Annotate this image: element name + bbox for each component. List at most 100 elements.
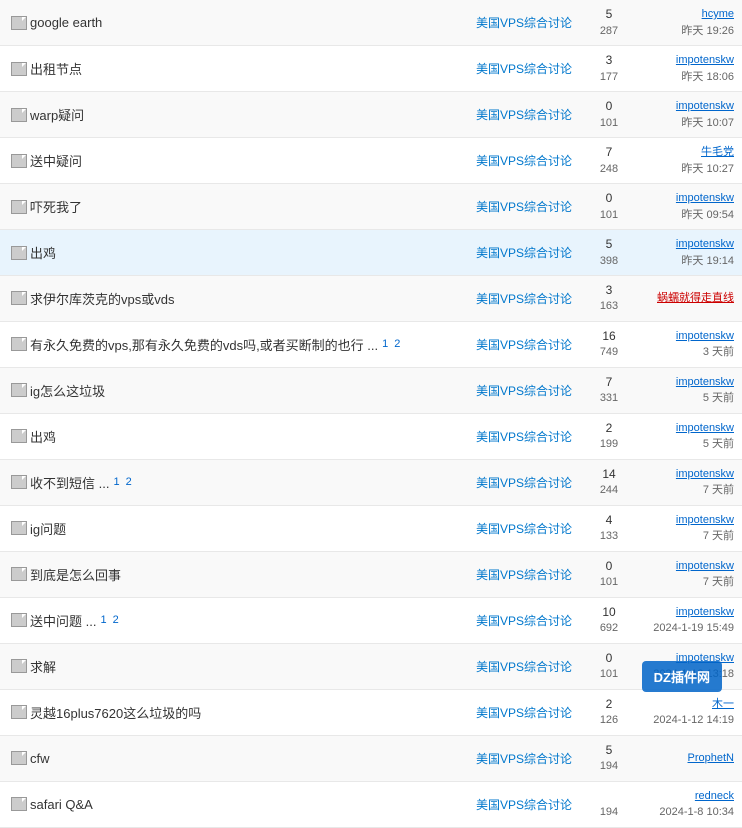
post-time: 昨天 18:06 bbox=[638, 69, 734, 86]
thread-title-link[interactable]: 有永久免费的vps,那有永久免费的vds吗,或者买断制的也行 ... bbox=[30, 335, 378, 354]
thread-title-link[interactable]: 送中问题 ... bbox=[30, 611, 96, 630]
thread-author: redneck2024-1-8 10:34 bbox=[634, 788, 734, 821]
thread-title-link[interactable]: warp疑问 bbox=[30, 105, 84, 124]
page-link[interactable]: 2 bbox=[392, 338, 402, 350]
author-link[interactable]: 牛毛党 bbox=[638, 144, 734, 161]
table-row: 吓死我了美国VPS综合讨论0101impotenskw昨天 09:54 bbox=[0, 184, 742, 230]
thread-title-col: 出鸡 bbox=[30, 243, 464, 262]
author-link[interactable]: impotenskw bbox=[638, 236, 734, 253]
author-link[interactable]: impotenskw bbox=[638, 52, 734, 69]
forum-name[interactable]: 美国VPS综合讨论 bbox=[464, 796, 584, 813]
thread-title-link[interactable]: 送中疑问 bbox=[30, 151, 82, 170]
thread-title-link[interactable]: 出租节点 bbox=[30, 59, 82, 78]
thread-author: 木一2024-1-12 14:19 bbox=[634, 696, 734, 729]
forum-name[interactable]: 美国VPS综合讨论 bbox=[464, 60, 584, 77]
table-row: 出租节点美国VPS综合讨论3177impotenskw昨天 18:06 bbox=[0, 46, 742, 92]
page-link[interactable]: 2 bbox=[111, 614, 121, 626]
table-row: 求解美国VPS综合讨论0101impotenskw2024-1-13 13:18 bbox=[0, 644, 742, 690]
forum-name[interactable]: 美国VPS综合讨论 bbox=[464, 152, 584, 169]
forum-name[interactable]: 美国VPS综合讨论 bbox=[464, 106, 584, 123]
thread-title-link[interactable]: 到底是怎么回事 bbox=[30, 565, 121, 584]
forum-name[interactable]: 美国VPS综合讨论 bbox=[464, 336, 584, 353]
forum-name[interactable]: 美国VPS综合讨论 bbox=[464, 704, 584, 721]
file-icon bbox=[11, 246, 27, 260]
thread-title-link[interactable]: 吓死我了 bbox=[30, 197, 82, 216]
author-link[interactable]: impotenskw bbox=[638, 98, 734, 115]
table-row: 到底是怎么回事美国VPS综合讨论0101impotenskw7 天前 bbox=[0, 552, 742, 598]
file-icon bbox=[11, 705, 27, 719]
forum-name[interactable]: 美国VPS综合讨论 bbox=[464, 428, 584, 445]
thread-title-link[interactable]: 出鸡 bbox=[30, 243, 56, 262]
thread-title-link[interactable]: ig问题 bbox=[30, 519, 66, 538]
thread-stats: 5398 bbox=[584, 236, 634, 269]
thread-title-link[interactable]: 求伊尔库茨克的vps或vds bbox=[30, 289, 174, 308]
author-link[interactable]: impotenskw bbox=[638, 420, 734, 437]
thread-title-link[interactable]: 收不到短信 ... bbox=[30, 473, 109, 492]
view-count: 331 bbox=[600, 392, 618, 404]
thread-author: impotenskw3 天前 bbox=[634, 328, 734, 361]
watermark: DZ插件网 bbox=[642, 661, 722, 692]
post-time: 5 天前 bbox=[638, 390, 734, 407]
forum-name[interactable]: 美国VPS综合讨论 bbox=[464, 612, 584, 629]
view-count: 101 bbox=[600, 576, 618, 588]
author-link[interactable]: impotenskw bbox=[638, 190, 734, 207]
author-link[interactable]: hcyme bbox=[638, 6, 734, 23]
page-link[interactable]: 2 bbox=[124, 476, 134, 488]
author-link[interactable]: 木一 bbox=[638, 696, 734, 713]
forum-name[interactable]: 美国VPS综合讨论 bbox=[464, 14, 584, 31]
table-row: 有永久免费的vps,那有永久免费的vds吗,或者买断制的也行 ...12美国VP… bbox=[0, 322, 742, 368]
forum-name[interactable]: 美国VPS综合讨论 bbox=[464, 520, 584, 537]
forum-name[interactable]: 美国VPS综合讨论 bbox=[464, 290, 584, 307]
forum-name[interactable]: 美国VPS综合讨论 bbox=[464, 244, 584, 261]
table-row: 出鸡美国VPS综合讨论2199impotenskw5 天前 bbox=[0, 414, 742, 460]
author-link[interactable]: impotenskw bbox=[638, 328, 734, 345]
reply-count: 0 bbox=[606, 559, 613, 573]
page-link[interactable]: 1 bbox=[98, 614, 108, 626]
reply-count: 0 bbox=[606, 191, 613, 205]
thread-author: impotenskw5 天前 bbox=[634, 420, 734, 453]
forum-name[interactable]: 美国VPS综合讨论 bbox=[464, 658, 584, 675]
page-link[interactable]: 1 bbox=[380, 338, 390, 350]
thread-stats: 5287 bbox=[584, 6, 634, 39]
author-link[interactable]: redneck bbox=[638, 788, 734, 805]
forum-name[interactable]: 美国VPS综合讨论 bbox=[464, 750, 584, 767]
thread-author: impotenskw昨天 09:54 bbox=[634, 190, 734, 223]
thread-title-col: google earth bbox=[30, 15, 464, 30]
view-count: 749 bbox=[600, 346, 618, 358]
forum-name[interactable]: 美国VPS综合讨论 bbox=[464, 198, 584, 215]
table-row: 灵越16plus7620这么垃圾的吗美国VPS综合讨论2126木一2024-1-… bbox=[0, 690, 742, 736]
post-time: 7 天前 bbox=[638, 482, 734, 499]
page-link[interactable]: 1 bbox=[111, 476, 121, 488]
view-count: 248 bbox=[600, 163, 618, 175]
thread-title-link[interactable]: ig怎么这垃圾 bbox=[30, 381, 105, 400]
thread-title-link[interactable]: 求解 bbox=[30, 657, 56, 676]
thread-icon bbox=[8, 567, 30, 581]
author-link[interactable]: impotenskw bbox=[638, 466, 734, 483]
author-link[interactable]: impotenskw bbox=[638, 558, 734, 575]
author-link[interactable]: 蜗蠕就得走直线 bbox=[638, 290, 734, 307]
post-time: 昨天 09:54 bbox=[638, 207, 734, 224]
thread-stats: 194 bbox=[584, 788, 634, 821]
thread-title-link[interactable]: cfw bbox=[30, 751, 50, 766]
author-link[interactable]: impotenskw bbox=[638, 512, 734, 529]
thread-title-link[interactable]: 灵越16plus7620这么垃圾的吗 bbox=[30, 703, 201, 722]
forum-name[interactable]: 美国VPS综合讨论 bbox=[464, 382, 584, 399]
author-link[interactable]: ProphetN bbox=[638, 750, 734, 767]
forum-name[interactable]: 美国VPS综合讨论 bbox=[464, 474, 584, 491]
thread-title-link[interactable]: safari Q&A bbox=[30, 797, 93, 812]
thread-stats: 0101 bbox=[584, 558, 634, 591]
author-link[interactable]: impotenskw bbox=[638, 604, 734, 621]
thread-icon bbox=[8, 154, 30, 168]
reply-count: 5 bbox=[606, 7, 613, 21]
forum-name[interactable]: 美国VPS综合讨论 bbox=[464, 566, 584, 583]
thread-author: impotenskw昨天 10:07 bbox=[634, 98, 734, 131]
thread-author: impotenskw昨天 18:06 bbox=[634, 52, 734, 85]
post-time: 3 天前 bbox=[638, 344, 734, 361]
author-link[interactable]: impotenskw bbox=[638, 374, 734, 391]
thread-title-link[interactable]: 出鸡 bbox=[30, 427, 56, 446]
thread-title-col: 有永久免费的vps,那有永久免费的vds吗,或者买断制的也行 ...12 bbox=[30, 335, 464, 354]
table-row: google earth美国VPS综合讨论5287hcyme昨天 19:26 bbox=[0, 0, 742, 46]
thread-title-link[interactable]: google earth bbox=[30, 15, 102, 30]
file-icon bbox=[11, 200, 27, 214]
thread-title-col: 出租节点 bbox=[30, 59, 464, 78]
